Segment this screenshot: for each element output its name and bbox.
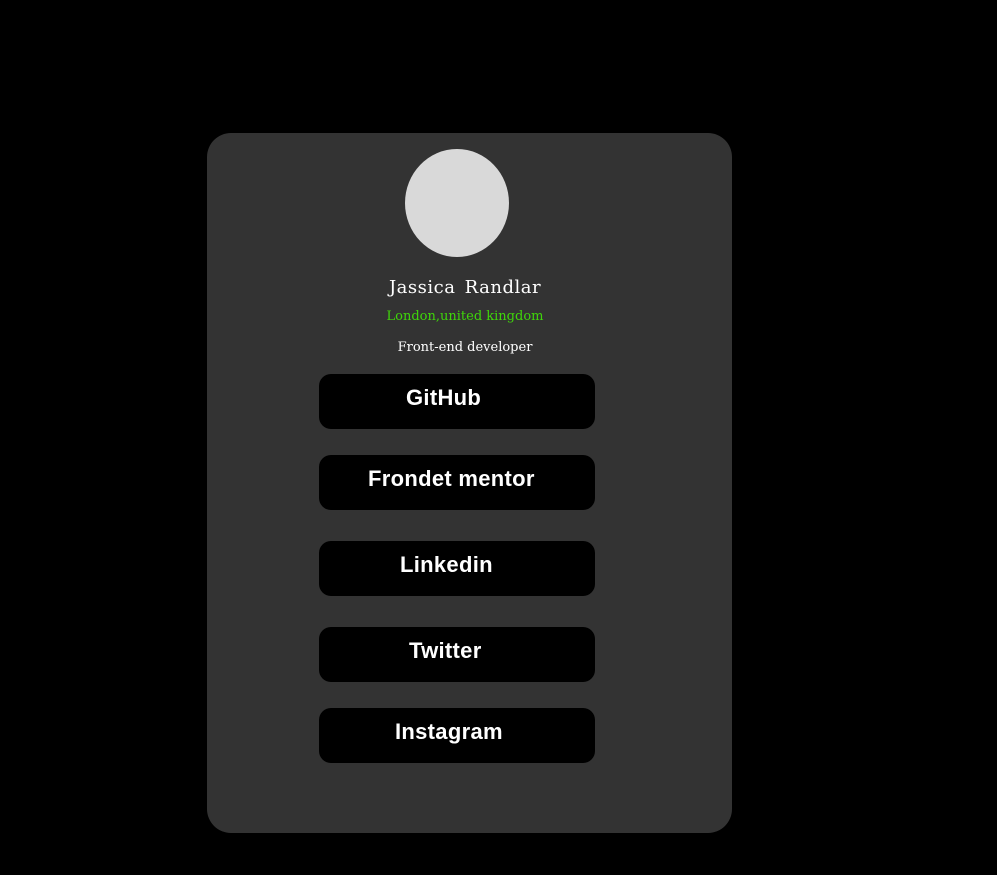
instagram-button[interactable]: Instagram [319,708,595,763]
profile-name: Jassica Randlar [388,277,542,298]
instagram-button-label: Instagram [395,719,503,744]
profile-location: London,united kingdom [386,309,544,324]
twitter-button-label: Twitter [409,638,482,663]
frontend-mentor-button-label: Frondet mentor [368,466,535,491]
profile-role: Front-end developer [397,340,533,355]
linkedin-button[interactable]: Linkedin [319,541,595,596]
github-button[interactable]: GitHub [319,374,595,429]
frontend-mentor-button[interactable]: Frondet mentor [319,455,595,510]
github-button-label: GitHub [406,385,482,410]
avatar [405,149,509,257]
twitter-button[interactable]: Twitter [319,627,595,682]
profile-card: Jassica Randlar London,united kingdom Fr… [207,133,732,833]
linkedin-button-label: Linkedin [400,552,493,577]
